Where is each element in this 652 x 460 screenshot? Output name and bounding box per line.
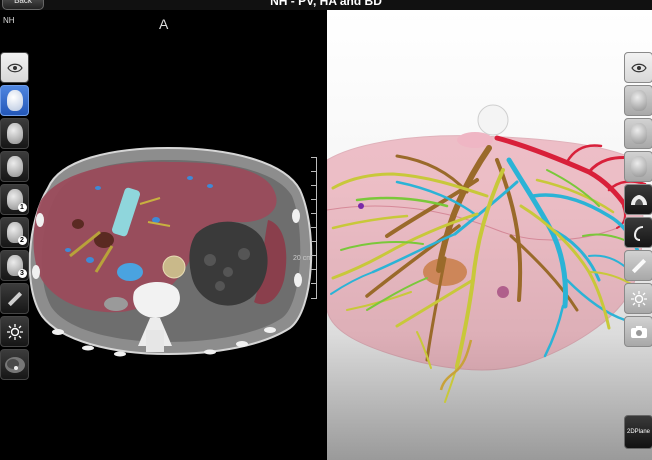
portal-vein bbox=[117, 263, 143, 281]
preset-number: 2 bbox=[17, 236, 27, 245]
right-toolbar bbox=[624, 52, 652, 349]
left-brightness-button[interactable] bbox=[0, 316, 29, 347]
right-camera-button[interactable] bbox=[624, 316, 652, 347]
head-front-icon bbox=[630, 156, 647, 177]
left-toolbar: 1 2 3 bbox=[0, 52, 29, 382]
3d-model-view[interactable] bbox=[327, 10, 652, 460]
right-view-top-button[interactable] bbox=[624, 85, 652, 116]
head-icon bbox=[630, 90, 647, 111]
clip-tool-icon bbox=[633, 225, 643, 241]
brightness-icon bbox=[630, 290, 647, 307]
ruler-icon bbox=[631, 258, 646, 273]
preset-number: 1 bbox=[17, 203, 27, 212]
reference-sphere bbox=[477, 104, 509, 136]
camera-icon bbox=[630, 325, 647, 338]
head-front-icon bbox=[6, 156, 23, 177]
eye-icon bbox=[6, 63, 23, 72]
page-title: NH - PV, HA and BD bbox=[270, 0, 382, 8]
left-ct-thumbnail-button[interactable] bbox=[0, 349, 29, 380]
left-preset-3-button[interactable]: 3 bbox=[0, 250, 29, 281]
head-3-icon: 3 bbox=[6, 255, 27, 278]
preset-number: 3 bbox=[17, 269, 27, 278]
right-measure-button[interactable] bbox=[624, 250, 652, 281]
left-visibility-button[interactable] bbox=[0, 52, 29, 83]
stomach bbox=[189, 221, 268, 306]
head-icon bbox=[6, 90, 23, 111]
left-view-side-button[interactable] bbox=[0, 118, 29, 149]
right-brightness-button[interactable] bbox=[624, 283, 652, 314]
right-anatomy-2d-button[interactable] bbox=[624, 184, 652, 215]
right-view-side-button[interactable] bbox=[624, 118, 652, 149]
scale-label: 20 cm bbox=[293, 255, 313, 262]
brightness-icon bbox=[6, 323, 23, 340]
liver-surface bbox=[327, 135, 644, 371]
head-side-icon bbox=[6, 123, 23, 144]
head-1-icon: 1 bbox=[6, 189, 27, 212]
left-preset-2-button[interactable]: 2 bbox=[0, 217, 29, 248]
anatomy-2d-icon bbox=[630, 194, 647, 205]
right-view-front-button[interactable] bbox=[624, 151, 652, 182]
2d-plane-button[interactable]: 2DPlane bbox=[624, 415, 652, 449]
head-side-icon bbox=[630, 123, 647, 144]
left-measure-button[interactable] bbox=[0, 283, 29, 314]
ct-slice-view[interactable]: NH A 20 cm bbox=[0, 10, 327, 460]
eye-icon bbox=[630, 63, 647, 72]
3d-liver-vessel-model bbox=[327, 104, 647, 403]
ct-thumbnail-icon bbox=[4, 356, 25, 373]
aorta bbox=[162, 255, 186, 279]
right-visibility-button[interactable] bbox=[624, 52, 652, 83]
right-clip-button[interactable] bbox=[624, 217, 652, 248]
head-2-icon: 2 bbox=[6, 222, 27, 245]
left-preset-1-button[interactable]: 1 bbox=[0, 184, 29, 215]
top-bar: Back NH - PV, HA and BD bbox=[0, 0, 652, 10]
ruler-icon bbox=[7, 291, 22, 306]
left-view-top-button[interactable] bbox=[0, 85, 29, 116]
left-view-front-button[interactable] bbox=[0, 151, 29, 182]
distance-scale bbox=[310, 157, 317, 299]
ct-slice-image bbox=[28, 146, 313, 357]
